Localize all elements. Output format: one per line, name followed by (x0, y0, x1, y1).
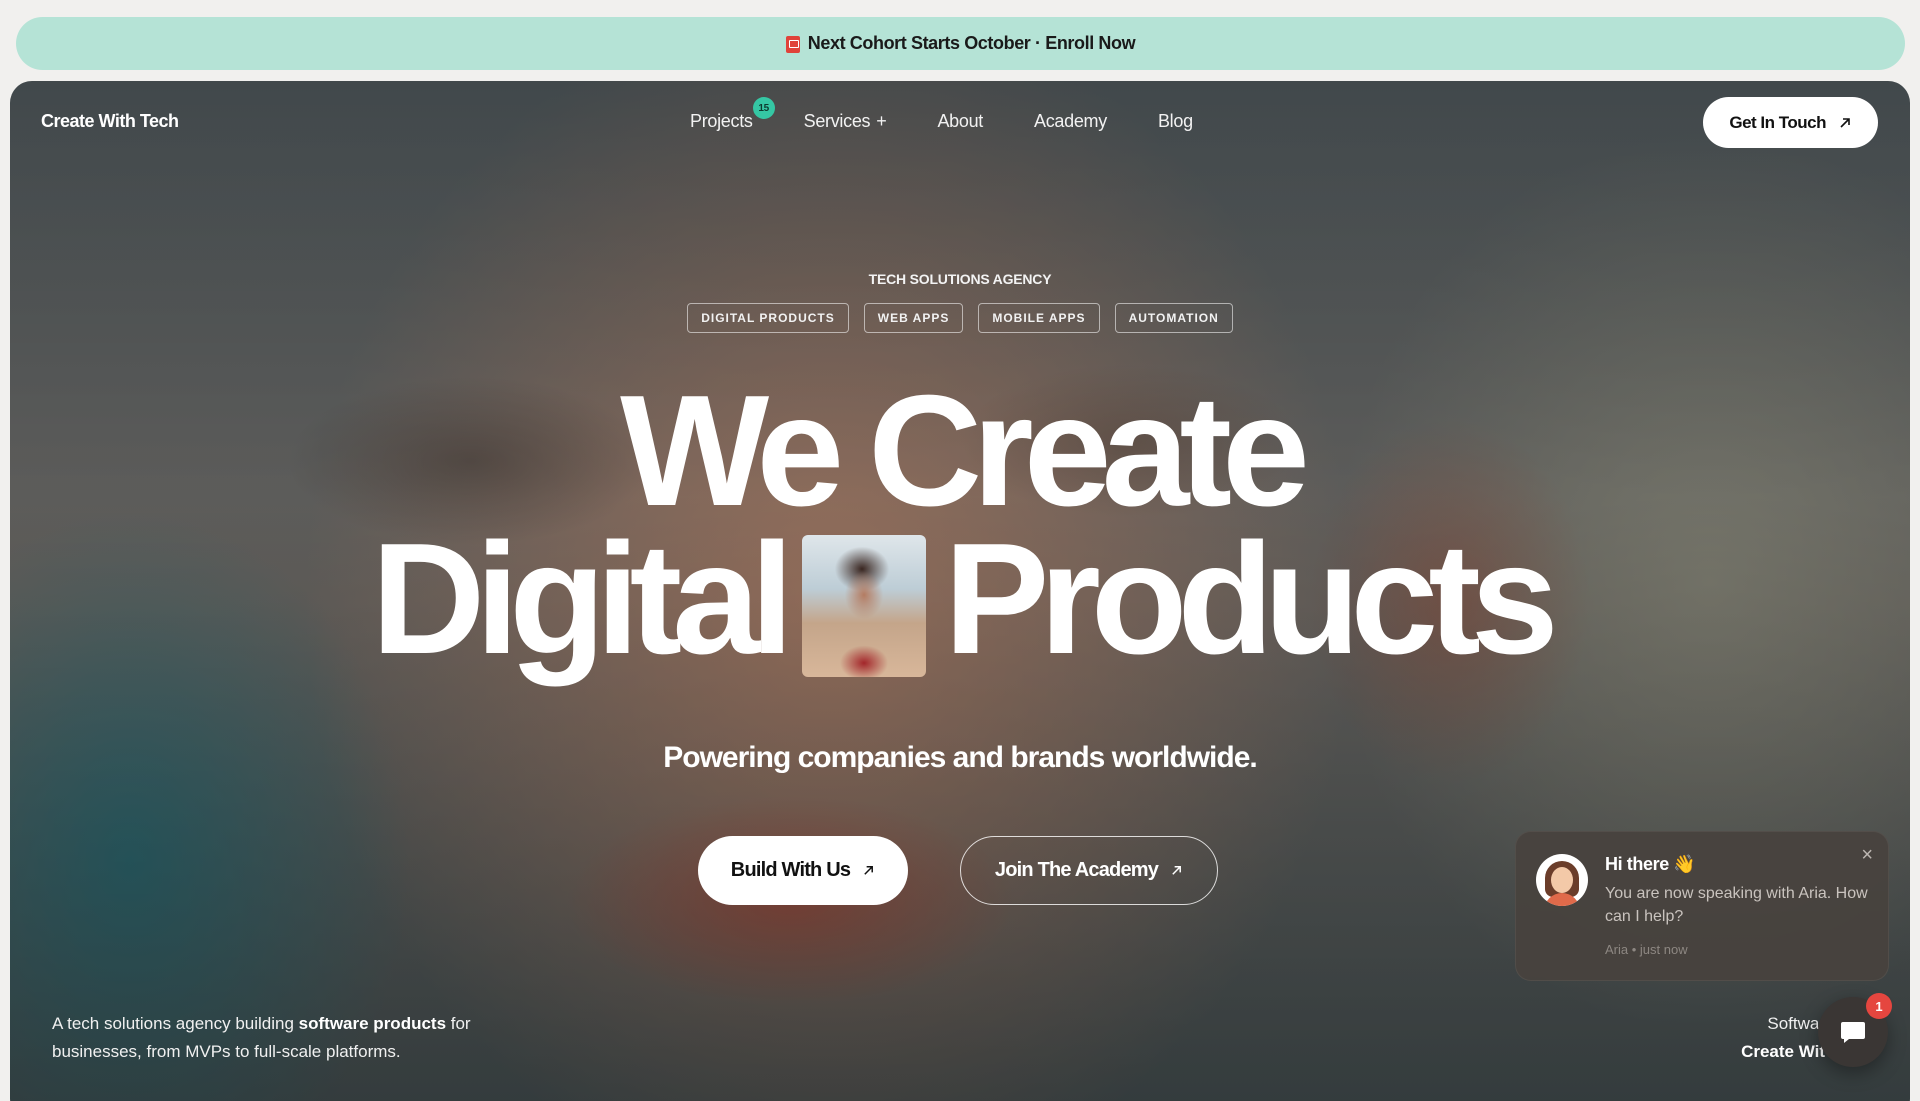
eyebrow-label: TECH SOLUTIONS AGENCY (868, 271, 1052, 287)
headline-line-2: Digital Products (10, 511, 1910, 687)
nav-label: Blog (1157, 111, 1193, 131)
arrow-up-right-icon (1840, 117, 1850, 128)
join-academy-button[interactable]: Join The Academy (960, 836, 1218, 905)
nav-label: About (937, 111, 984, 131)
headline-word-products: Products (944, 511, 1559, 687)
hero-headline: We Create Digital Products (10, 363, 1910, 687)
arrow-up-right-icon (1172, 866, 1182, 875)
build-with-us-button[interactable]: Build With Us (698, 836, 908, 905)
brand-logo[interactable]: Create With Tech (41, 111, 179, 132)
agency-description: A tech solutions agency building softwar… (52, 1010, 512, 1066)
nav-item-projects[interactable]: Projects 15 (690, 97, 775, 132)
ticket-icon (785, 36, 800, 53)
close-icon[interactable]: × (1861, 844, 1873, 867)
tag-digital-products: DIGITAL PRODUCTS (687, 303, 849, 333)
nav-item-services[interactable]: Services + (804, 111, 887, 132)
agent-avatar (1536, 854, 1588, 906)
plus-icon: + (876, 111, 887, 131)
projects-count-badge: 15 (752, 97, 775, 119)
join-academy-label: Join The Academy (994, 859, 1159, 881)
chat-meta: Aria • just now (1605, 942, 1688, 957)
chat-message: You are now speaking with Aria. How can … (1605, 885, 1868, 925)
headline-line-1: We Create (620, 363, 1310, 539)
get-in-touch-label: Get In Touch (1729, 112, 1826, 132)
nav-label: Projects (690, 111, 753, 131)
chat-bubble-icon (1841, 1022, 1865, 1043)
announcement-text: Next Cohort Starts October · Enroll Now (807, 33, 1136, 53)
chat-popup[interactable]: × Hi there 👋 You are now speaking with A… (1515, 831, 1889, 981)
headline-word-digital: Digital (371, 511, 794, 687)
arrow-up-right-icon (864, 866, 874, 875)
main-nav: Projects 15 Services + About Academy Blo… (690, 97, 1193, 132)
nav-item-blog[interactable]: Blog (1158, 111, 1193, 132)
corner-caption: Softwar Create Wit (1705, 1010, 1825, 1066)
corner-caption-line-2: Create Wit (1741, 1042, 1825, 1061)
tag-automation: AUTOMATION (1114, 303, 1233, 333)
description-highlight: software products (298, 1014, 447, 1033)
nav-label: Services (803, 111, 871, 131)
corner-caption-line-1: Softwar (1767, 1014, 1825, 1033)
tag-web-apps: WEB APPS (863, 303, 964, 333)
hero-subtitle: Powering companies and brands worldwide. (663, 741, 1257, 774)
chat-greeting: Hi there 👋 (1605, 854, 1696, 874)
get-in-touch-button[interactable]: Get In Touch (1703, 97, 1878, 148)
announcement-banner[interactable]: Next Cohort Starts October · Enroll Now (16, 17, 1905, 70)
unread-count-badge: 1 (1866, 993, 1892, 1019)
description-text: A tech solutions agency building (52, 1014, 299, 1033)
hero-section: Create With Tech Projects 15 Services + … (10, 81, 1910, 1101)
portrait-image (802, 535, 926, 677)
nav-item-about[interactable]: About (937, 111, 983, 132)
nav-label: Academy (1034, 111, 1107, 131)
chat-launcher-button[interactable]: 1 (1818, 993, 1892, 1067)
tag-mobile-apps: MOBILE APPS (978, 303, 1100, 333)
nav-item-academy[interactable]: Academy (1034, 111, 1107, 132)
service-tags: DIGITAL PRODUCTS WEB APPS MOBILE APPS AU… (10, 303, 1910, 333)
build-with-us-label: Build With Us (730, 859, 851, 881)
